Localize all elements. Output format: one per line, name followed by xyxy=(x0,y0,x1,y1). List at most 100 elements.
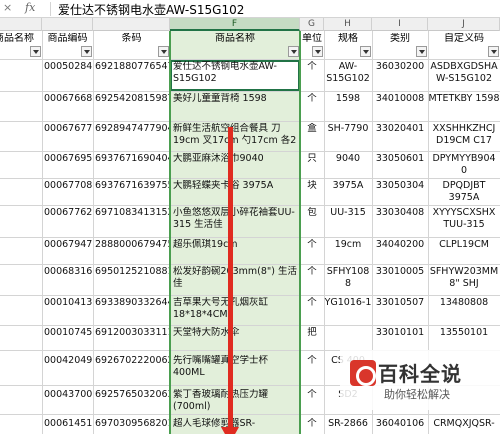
table-cell-unit[interactable]: 块 xyxy=(300,180,324,192)
table-cell-code[interactable]: 00068316 xyxy=(44,266,93,278)
table-cell-spec[interactable]: 19cm xyxy=(324,239,372,251)
table-cell-barcode[interactable]: 6912003033111 xyxy=(95,327,170,339)
column-header-i[interactable]: I xyxy=(372,18,428,31)
table-cell-unit[interactable]: 个 xyxy=(300,239,324,251)
table-cell-code[interactable]: 00067668 xyxy=(44,93,93,105)
table-cell-code[interactable]: 00010745 xyxy=(44,327,93,339)
table-cell-unit[interactable]: 只 xyxy=(300,153,324,165)
table-cell-spec[interactable]: SR-2866 xyxy=(324,418,372,430)
watermark-logo-icon xyxy=(350,360,376,386)
table-cell-category[interactable]: 33010101 xyxy=(372,327,428,339)
table-cell-category[interactable]: 36040106 xyxy=(372,418,428,430)
fx-icon[interactable]: fx xyxy=(25,1,35,14)
table-cell-spec[interactable]: SFHY108 8 xyxy=(324,266,372,294)
filter-dropdown-button[interactable] xyxy=(488,46,499,57)
table-cell-custom-code[interactable]: SFHYW203MM 8" SHJ xyxy=(428,266,500,294)
table-cell-unit[interactable]: 把 xyxy=(300,327,324,339)
table-cell-spec[interactable]: UU-315 xyxy=(324,207,372,219)
header-custom-code: 自定义码 xyxy=(444,33,484,44)
table-cell-code[interactable]: 00043700 xyxy=(44,389,93,401)
table-cell-custom-code[interactable]: DPQDJBT 3975A xyxy=(428,180,500,204)
header-name-partial: 商品名称 xyxy=(0,33,34,44)
table-cell-category[interactable]: 34040200 xyxy=(372,239,428,251)
column-header-e[interactable] xyxy=(0,18,42,31)
filter-dropdown-button[interactable] xyxy=(360,46,371,57)
table-cell-category[interactable]: 33020401 xyxy=(372,123,428,135)
table-cell-custom-code[interactable]: 13550101 xyxy=(428,327,500,339)
table-cell-unit[interactable]: 盒 xyxy=(300,123,324,135)
table-cell-category[interactable]: 33050601 xyxy=(372,153,428,165)
table-cell-code[interactable]: 00067677 xyxy=(44,123,93,135)
table-cell-category[interactable]: 33050304 xyxy=(372,180,428,192)
watermark: 百科全说 助你轻松解决 xyxy=(340,350,500,410)
column-header-c[interactable] xyxy=(42,18,93,31)
table-cell-barcode[interactable]: 6971083413152 xyxy=(95,207,170,219)
table-cell-barcode[interactable]: 6937671639755 xyxy=(95,180,170,192)
filter-dropdown-button[interactable] xyxy=(312,46,323,57)
table-cell-spec[interactable]: AW-S15G102 xyxy=(324,61,372,89)
table-cell-code[interactable]: 00050284 xyxy=(44,61,93,73)
table-cell-barcode[interactable]: 6925765032063 xyxy=(95,389,170,401)
formula-bar-input[interactable]: 爱仕达不锈钢电水壶AW-S15G102 xyxy=(58,1,244,18)
table-cell-category[interactable]: 36030200 xyxy=(372,61,428,73)
table-cell-custom-code[interactable]: DPYMYYB904 0 xyxy=(428,153,500,177)
table-cell-spec[interactable]: 9040 xyxy=(324,153,372,165)
table-cell-barcode[interactable]: 6925420815987 xyxy=(95,93,170,105)
table-cell-code[interactable]: 00067708 xyxy=(44,180,93,192)
table-cell-barcode[interactable]: 6950125210881 xyxy=(95,266,170,278)
table-cell-category[interactable]: 33030408 xyxy=(372,207,428,219)
table-cell-custom-code[interactable]: CLPL19CM xyxy=(428,239,500,251)
column-header-g[interactable]: G xyxy=(300,18,324,31)
table-cell-unit[interactable]: 个 xyxy=(300,418,324,430)
watermark-subtitle: 助你轻松解决 xyxy=(384,388,450,401)
table-cell-barcode[interactable]: 6970309568201 xyxy=(95,418,170,430)
column-header-d[interactable] xyxy=(93,18,170,31)
header-category: 类别 xyxy=(390,33,410,44)
table-cell-unit[interactable]: 个 xyxy=(300,93,324,105)
table-cell-code[interactable]: 00042049 xyxy=(44,355,93,367)
filter-dropdown-button[interactable] xyxy=(158,46,169,57)
table-cell-barcode[interactable]: 6933890332644 xyxy=(95,297,170,309)
table-cell-spec[interactable]: YG1016-1 xyxy=(324,297,372,309)
column-header-f[interactable]: F xyxy=(170,18,300,31)
header-code: 商品编码 xyxy=(47,33,88,44)
filter-dropdown-button[interactable] xyxy=(416,46,427,57)
table-cell-code[interactable]: 00067695 xyxy=(44,153,93,165)
table-cell-custom-code[interactable]: XXSHHKZHCJ D19CM C17 xyxy=(428,123,500,149)
table-cell-unit[interactable]: 个 xyxy=(300,389,324,401)
table-cell-category[interactable]: 33010507 xyxy=(372,297,428,309)
table-cell-code[interactable]: 00061451 xyxy=(44,418,93,430)
table-cell-custom-code[interactable]: CRMQXJQSR- xyxy=(428,418,500,430)
table-cell-barcode[interactable]: 6937671690404 xyxy=(95,153,170,165)
table-cell-code[interactable]: 00067947 xyxy=(44,239,93,251)
table-cell-unit[interactable]: 个 xyxy=(300,355,324,367)
table-cell-barcode[interactable]: 6928947477904 xyxy=(95,123,170,135)
table-cell-spec[interactable]: 1598 xyxy=(324,93,372,105)
down-arrow-head-icon xyxy=(221,427,239,434)
table-cell-unit[interactable]: 个 xyxy=(300,297,324,309)
down-arrow-annotation xyxy=(228,127,233,429)
table-cell-spec[interactable]: 3975A xyxy=(324,180,372,192)
table-cell-unit[interactable]: 包 xyxy=(300,207,324,219)
table-cell-category[interactable]: 34010008 xyxy=(372,93,428,105)
table-cell-custom-code[interactable]: XYYYSCXSHX TUU-315 xyxy=(428,207,500,235)
column-selection-outline xyxy=(169,31,301,434)
column-header-j[interactable]: J xyxy=(428,18,500,31)
table-cell-barcode[interactable]: 6926702220062 xyxy=(95,355,170,367)
table-cell-code[interactable]: 00067762 xyxy=(44,207,93,219)
table-cell-category[interactable]: 33010005 xyxy=(372,266,428,278)
table-cell-custom-code[interactable]: 13480808 xyxy=(428,297,500,309)
column-header-h[interactable]: H xyxy=(324,18,372,31)
formula-bar-divider xyxy=(50,2,51,16)
cancel-icon[interactable]: × xyxy=(3,1,12,14)
table-cell-custom-code[interactable]: MTETKBY 1598 xyxy=(428,93,500,119)
table-cell-unit[interactable]: 个 xyxy=(300,266,324,278)
table-cell-barcode[interactable]: 6921880776547 xyxy=(95,61,170,73)
table-cell-barcode[interactable]: 2888000679475 xyxy=(95,239,170,251)
table-cell-code[interactable]: 00010413 xyxy=(44,297,93,309)
table-cell-spec[interactable]: SH-7790 xyxy=(324,123,372,135)
filter-dropdown-button[interactable] xyxy=(81,46,92,57)
filter-dropdown-button[interactable] xyxy=(30,46,41,57)
table-cell-custom-code[interactable]: ASDBXGDSHA W-S15G102 xyxy=(428,61,500,89)
table-cell-unit[interactable]: 个 xyxy=(300,61,324,73)
